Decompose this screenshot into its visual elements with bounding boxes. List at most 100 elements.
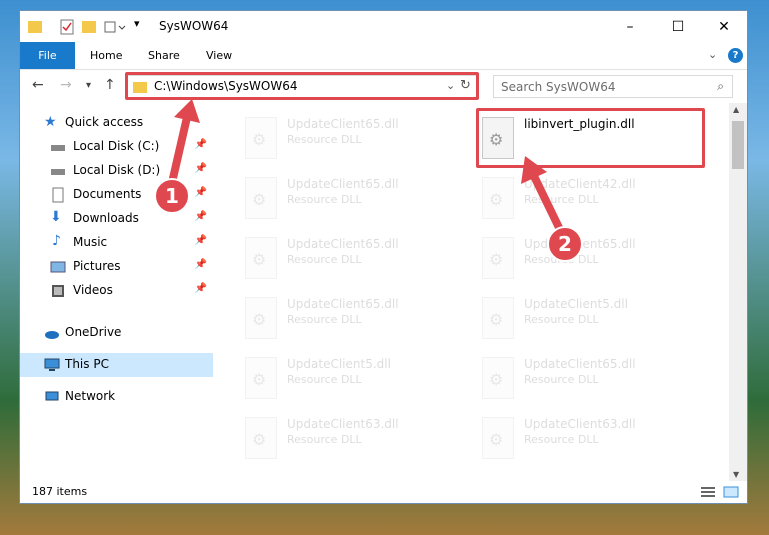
dll-file-icon [482, 297, 514, 339]
dll-file-icon [482, 417, 514, 459]
sidebar-item-label: Downloads [73, 211, 139, 225]
sidebar-item-label: Videos [73, 283, 113, 297]
details-view-icon[interactable] [700, 486, 716, 498]
file-name: UpdateClient5.dll [287, 357, 391, 371]
sidebar-item-videos[interactable]: Videos 📌 [20, 279, 213, 303]
file-type: Resource DLL [287, 253, 362, 266]
file-item[interactable]: UpdateClient5.dll Resource DLL [217, 353, 447, 411]
search-box[interactable]: Search SysWOW64 ⌕ [493, 75, 733, 98]
step-badge-1: 1 [154, 178, 190, 214]
customize-toolbar-icon[interactable] [104, 19, 126, 35]
pin-icon[interactable]: 📌 [195, 283, 207, 294]
sidebar-item-onedrive[interactable]: OneDrive [20, 321, 213, 345]
file-item[interactable]: UpdateClient65.dll Resource DLL [217, 173, 447, 231]
music-icon: ♪ [52, 233, 61, 249]
video-icon [52, 285, 64, 297]
folder-icon [28, 21, 42, 33]
title-bar: ▾ SysWOW64 – ☐ ✕ [20, 11, 747, 42]
sidebar-item-label: This PC [65, 357, 109, 371]
pin-icon[interactable]: 📌 [195, 259, 207, 270]
tab-view[interactable]: View [206, 42, 232, 69]
file-type: Resource DLL [524, 313, 599, 326]
file-name: UpdateClient65.dll [287, 117, 399, 131]
file-item[interactable]: UpdateClient65.dll Resource DLL [217, 233, 447, 291]
sidebar-item-label: Music [73, 235, 108, 249]
search-input[interactable]: Search SysWOW64 [501, 80, 615, 94]
dll-file-icon [482, 357, 514, 399]
file-name: UpdateClient63.dll [287, 417, 399, 431]
file-type: Resource DLL [287, 373, 362, 386]
sidebar-item-label: OneDrive [65, 325, 122, 339]
file-item[interactable]: UpdateClient63.dll Resource DLL [217, 413, 447, 471]
file-item[interactable]: UpdateClient63.dll Resource DLL [454, 413, 684, 471]
minimize-button[interactable]: – [617, 17, 643, 37]
vertical-scrollbar[interactable]: ▲ ▼ [729, 103, 747, 481]
file-type: Resource DLL [287, 313, 362, 326]
computer-icon [44, 358, 60, 371]
sidebar-item-label: Pictures [73, 259, 121, 273]
recent-locations-icon[interactable]: ▾ [86, 80, 91, 91]
dll-file-icon [245, 417, 277, 459]
file-name: UpdateClient5.dll [524, 297, 628, 311]
dll-file-icon [482, 177, 514, 219]
step-badge-2: 2 [547, 226, 583, 262]
properties-icon[interactable] [60, 19, 74, 35]
status-bar: 187 items [20, 481, 747, 503]
large-icons-view-icon[interactable] [723, 486, 739, 498]
sidebar-item-label: Quick access [65, 115, 144, 129]
dll-file-icon [245, 117, 277, 159]
cloud-icon [45, 331, 59, 339]
sidebar-item-this-pc[interactable]: This PC [20, 353, 213, 377]
file-name: UpdateClient65.dll [287, 177, 399, 191]
pictures-icon [50, 261, 66, 273]
dll-file-icon [245, 297, 277, 339]
up-arrow-icon[interactable]: ↑ [104, 77, 116, 93]
file-name: UpdateClient65.dll [287, 237, 399, 251]
file-type: Resource DLL [524, 433, 599, 446]
file-item[interactable]: UpdateClient65.dll Resource DLL [454, 353, 684, 411]
back-arrow-icon[interactable]: ← [32, 77, 44, 93]
file-item[interactable]: UpdateClient65.dll Resource DLL [217, 113, 447, 171]
sidebar-item-pictures[interactable]: Pictures 📌 [20, 255, 213, 279]
star-icon: ★ [44, 114, 57, 130]
chevron-down-icon[interactable]: ▾ [134, 17, 140, 33]
close-button[interactable]: ✕ [711, 17, 737, 37]
dll-file-icon [245, 357, 277, 399]
scroll-up-icon[interactable]: ▲ [733, 105, 739, 114]
maximize-button[interactable]: ☐ [665, 17, 691, 37]
help-icon[interactable]: ? [728, 48, 743, 63]
tab-file[interactable]: File [20, 42, 75, 69]
download-icon: ⬇ [50, 209, 62, 225]
sidebar-item-label: Documents [73, 187, 142, 201]
file-name: UpdateClient65.dll [524, 357, 636, 371]
drive-icon [51, 169, 65, 175]
ribbon: File Home Share View ⌄ ? [20, 42, 747, 70]
expand-ribbon-icon[interactable]: ⌄ [708, 48, 717, 61]
tab-home[interactable]: Home [90, 42, 122, 69]
tab-share[interactable]: Share [148, 42, 180, 69]
scroll-down-icon[interactable]: ▼ [733, 470, 739, 479]
file-name: UpdateClient63.dll [524, 417, 636, 431]
dll-file-icon [245, 177, 277, 219]
file-item[interactable]: UpdateClient5.dll Resource DLL [454, 293, 684, 351]
file-type: Resource DLL [524, 373, 599, 386]
file-type: Resource DLL [287, 193, 362, 206]
new-folder-icon[interactable] [82, 19, 96, 35]
sidebar-item-label: Network [65, 389, 116, 403]
dll-file-icon [482, 237, 514, 279]
item-count: 187 items [32, 485, 88, 498]
search-icon[interactable]: ⌕ [717, 79, 724, 94]
file-item[interactable]: UpdateClient65.dll Resource DLL [217, 293, 447, 351]
document-icon [52, 187, 64, 203]
dll-file-icon [245, 237, 277, 279]
forward-arrow-icon[interactable]: → [60, 77, 72, 93]
explorer-window: ▾ SysWOW64 – ☐ ✕ File Home Share View ⌄ … [19, 10, 748, 504]
window-title: SysWOW64 [159, 19, 229, 33]
sidebar-item-music[interactable]: ♪ Music 📌 [20, 231, 213, 255]
pin-icon[interactable]: 📌 [195, 235, 207, 246]
network-icon [45, 391, 59, 401]
file-type: Resource DLL [287, 133, 362, 146]
sidebar-item-network[interactable]: Network [20, 385, 213, 409]
file-name: UpdateClient65.dll [287, 297, 399, 311]
scrollbar-thumb[interactable] [732, 121, 744, 169]
